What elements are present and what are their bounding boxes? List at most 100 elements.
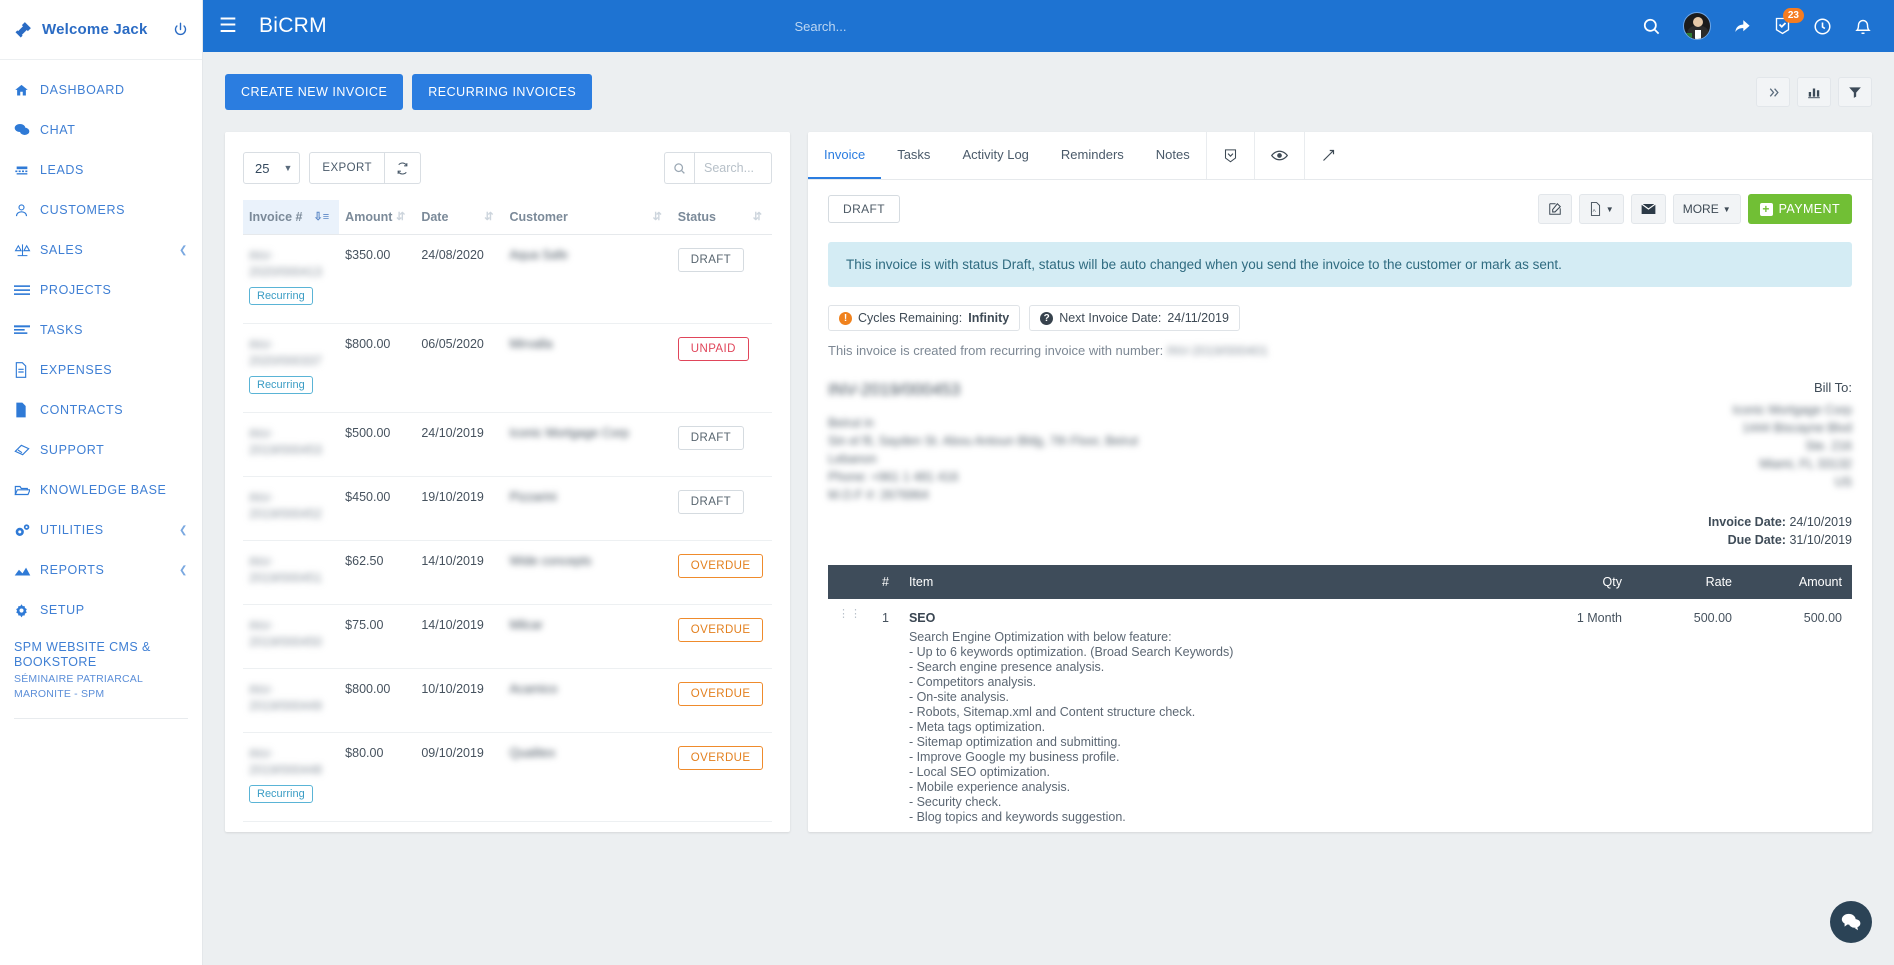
tab-activity-log[interactable]: Activity Log [946,132,1044,179]
bell-icon[interactable] [1854,17,1872,36]
tab-invoice[interactable]: Invoice [808,132,882,179]
table-row[interactable]: INV- 2020/000413 Recurring $350.00 24/08/20… [243,234,772,324]
chat-bubble-icon[interactable] [1830,901,1872,943]
col-index: # [872,565,899,599]
power-icon[interactable] [173,22,188,37]
bar-chart-icon[interactable] [1797,77,1831,107]
sidebar-item-expenses[interactable]: EXPENSES [0,350,202,390]
sidebar-item-tasks[interactable]: TASKS [0,310,202,350]
cell-customer[interactable]: Iconic Mortgage Corp [503,412,672,477]
col-customer[interactable]: Customer ⇵ [503,200,672,235]
cell-invoice-number[interactable]: INV- 2019/000453 [243,412,340,477]
notification-badge: 23 [1782,8,1804,23]
col-qty: Qty [1522,565,1632,599]
more-dropdown-button[interactable]: MORE ▼ [1672,194,1741,224]
edit-invoice-button[interactable] [1537,194,1572,224]
list-search-input[interactable] [694,152,772,184]
refresh-icon[interactable] [384,152,421,184]
tab-notes[interactable]: Notes [1140,132,1206,179]
cell-invoice-number[interactable]: INV- 2019/000452 [243,476,340,541]
status-badge: OVERDUE [677,746,764,770]
cell-customer[interactable]: Mirvalla [503,323,672,413]
page-length-select[interactable]: 25 ▼ [243,152,301,184]
table-row[interactable]: INV- 2019/000448 Recurring $80.00 09/10/201… [243,732,772,822]
recurring-tag: Recurring [249,785,313,803]
sidebar-item-contracts[interactable]: CONTRACTS [0,390,202,430]
global-search-input[interactable] [794,18,1175,34]
cell-customer[interactable]: Qualitex [503,732,672,822]
sidebar-item-dashboard[interactable]: DASHBOARD [0,70,202,110]
app-root: Welcome Jack DASHBOARD CHAT LEADS CUSTOM… [0,0,1894,965]
search-icon[interactable] [1642,17,1661,36]
sidebar-item-sales[interactable]: SALES ❮ [0,230,202,270]
expand-arrows-icon[interactable] [1303,132,1352,179]
recurring-invoices-button[interactable]: RECURRING INVOICES [412,74,593,110]
cell-customer[interactable]: Aqua Safe [503,234,672,324]
sidebar-item-chat[interactable]: CHAT [0,110,202,150]
sidebar-nav: DASHBOARD CHAT LEADS CUSTOMERS SALES ❮ P… [0,60,202,965]
tab-tasks[interactable]: Tasks [881,132,946,179]
recurring-source-value[interactable]: INV-2019/000401 [1167,343,1268,358]
status-badge: UNPAID [677,337,749,361]
hamburger-menu-icon[interactable]: ☰ [219,16,237,36]
todo-checkbox-icon[interactable]: 23 [1774,8,1804,35]
add-payment-button[interactable]: + PAYMENT [1747,194,1852,224]
caret-down-icon: ▼ [1605,204,1614,214]
invoice-table: Invoice # ⇩≡ Amount ⇵ Date ⇵ Customer ⇵ … [243,200,772,822]
cell-date: 09/10/2019 [415,732,504,822]
eye-icon[interactable] [1253,132,1304,179]
cell-invoice-number[interactable]: INV- 2019/000448 Recurring [243,732,340,822]
col-status[interactable]: Status ⇵ [671,200,772,235]
tag-icon[interactable] [1205,132,1254,179]
expand-chevron-icon[interactable] [1756,77,1790,107]
cell-date: 14/10/2019 [415,540,504,605]
col-amount[interactable]: Amount ⇵ [339,200,416,235]
cell-invoice-number[interactable]: INV- 2020/000413 Recurring [243,234,340,324]
sidebar-item-label: TASKS [40,323,84,337]
sidebar-item-customers[interactable]: CUSTOMERS [0,190,202,230]
share-arrow-icon[interactable] [1733,17,1752,36]
cell-customer[interactable]: Wide concepts [503,540,672,605]
line-item-row[interactable]: ⋮⋮ 1 SEO Search Engine Optimization with be… [828,599,1852,831]
cell-customer[interactable]: Milcar [503,604,672,669]
sidebar-item-utilities[interactable]: UTILITIES ❮ [0,510,202,550]
send-email-button[interactable] [1630,194,1666,224]
export-button[interactable]: EXPORT [309,152,385,184]
table-row[interactable]: INV- 2020/000337 Recurring $800.00 06/05/20… [243,323,772,413]
table-row[interactable]: INV- 2019/000450 $75.00 14/10/2019 Milcar OV… [243,604,772,669]
sidebar-item-projects[interactable]: PROJECTS [0,270,202,310]
cell-invoice-number[interactable]: INV- 2019/000449 [243,668,340,733]
col-date[interactable]: Date ⇵ [415,200,504,235]
sidebar-item-reports[interactable]: REPORTS ❮ [0,550,202,590]
panels: 25 ▼ EXPORT Search... Invoice # ⇩≡ Amoun… [225,132,1872,832]
sidebar-item-setup[interactable]: SETUP [0,590,202,630]
sidebar-item-support[interactable]: SUPPORT [0,430,202,470]
leads-icon [14,164,40,177]
table-row[interactable]: INV- 2019/000453 $500.00 24/10/2019 Iconic … [243,412,772,477]
cell-invoice-number[interactable]: INV- 2019/000450 [243,604,340,669]
filter-icon[interactable] [1838,77,1872,107]
address-line: Lebanon [828,452,877,466]
cell-invoice-number[interactable]: INV- 2019/000451 [243,540,340,605]
invoice-number-value: INV- 2019/000451 [249,555,322,585]
clock-icon[interactable] [1813,17,1832,36]
col-invoice-number[interactable]: Invoice # ⇩≡ [243,200,340,235]
sidebar-item-label: KNOWLEDGE BASE [40,483,167,497]
invoice-number-value: INV- 2019/000450 [249,619,322,649]
tab-reminders[interactable]: Reminders [1045,132,1140,179]
sidebar-item-leads[interactable]: LEADS [0,150,202,190]
search-icon[interactable] [664,152,694,184]
table-row[interactable]: INV- 2019/000451 $62.50 14/10/2019 Wide con… [243,540,772,605]
cell-customer[interactable]: Acamico [503,668,672,733]
drag-handle-icon[interactable]: ⋮⋮ [828,599,872,831]
avatar[interactable] [1683,12,1711,40]
cell-invoice-number[interactable]: INV- 2020/000337 Recurring [243,323,340,413]
create-new-invoice-button[interactable]: CREATE NEW INVOICE [225,74,404,110]
cell-customer[interactable]: Pizzarini [503,476,672,541]
sidebar-item-knowledge-base[interactable]: KNOWLEDGE BASE [0,470,202,510]
col-item: Item [898,565,1522,599]
col-rate: Rate [1632,565,1742,599]
pdf-export-button[interactable]: A ▼ [1578,194,1624,224]
table-row[interactable]: INV- 2019/000452 $450.00 19/10/2019 Pizzari… [243,476,772,541]
table-row[interactable]: INV- 2019/000449 $800.00 10/10/2019 Acamico… [243,668,772,733]
